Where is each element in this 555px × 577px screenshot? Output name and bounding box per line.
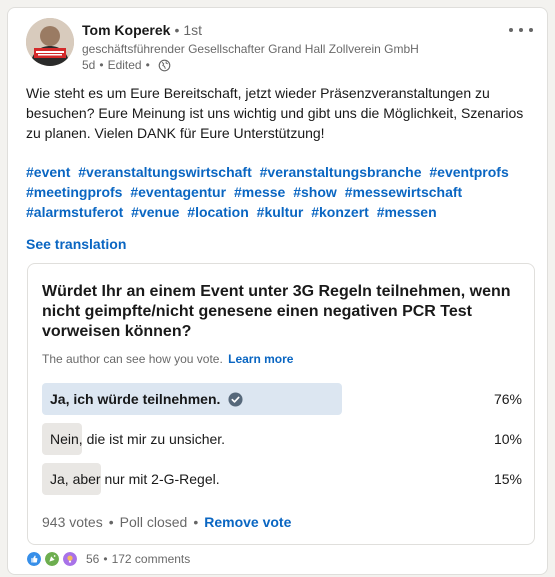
poll-option-label-wrap: Ja, ich würde teilnehmen. (50, 391, 243, 407)
hashtag-link[interactable]: #eventagentur (130, 184, 226, 200)
social-counts: 56 • 172 comments (26, 551, 190, 567)
edited-label: Edited (107, 58, 142, 72)
hashtag-link[interactable]: #location (187, 204, 248, 220)
poll-visibility-note: The author can see how you vote. Learn m… (42, 352, 293, 366)
footer-separator: • (108, 514, 114, 530)
author-separator: • (174, 22, 180, 38)
feed-post-card: Tom Koperek • 1st geschäftsführender Ges… (7, 7, 548, 575)
author-line: Tom Koperek • 1st (82, 22, 202, 38)
poll-footer: 943 votes • Poll closed • Remove vote (42, 514, 291, 530)
hashtag-list: #event #veranstaltungswirtschaft #verans… (26, 162, 526, 222)
author-avatar[interactable] (26, 18, 74, 66)
hashtag-link[interactable]: #meetingprofs (26, 184, 122, 200)
hashtag-link[interactable]: #venue (131, 204, 179, 220)
footer-separator: • (193, 514, 199, 530)
celebrate-icon (44, 551, 60, 567)
poll-option-1[interactable]: Ja, ich würde teilnehmen. 76% (42, 383, 522, 415)
poll-option-percent: 10% (493, 431, 522, 447)
poll-note-text: The author can see how you vote. (42, 352, 223, 366)
poll-status: Poll closed (119, 514, 188, 530)
poll-option-label-wrap: Ja, aber nur mit 2-G-Regel. (50, 471, 220, 487)
more-options-icon-dot (529, 28, 533, 32)
author-headline: geschäftsführender Gesellschafter Grand … (82, 42, 419, 56)
learn-more-link[interactable]: Learn more (228, 352, 293, 366)
check-circle-icon (228, 391, 243, 407)
globe-icon (158, 59, 171, 71)
hashtag-link[interactable]: #veranstaltungsbranche (260, 164, 422, 180)
author-name[interactable]: Tom Koperek (82, 22, 170, 38)
hashtag-link[interactable]: #messen (377, 204, 437, 220)
poll: Würdet Ihr an einem Event unter 3G Regel… (27, 263, 535, 545)
hashtag-link[interactable]: #messewirtschaft (345, 184, 463, 200)
meta-separator: • (99, 58, 104, 72)
insightful-icon (62, 551, 78, 567)
poll-option-percent: 76% (493, 391, 522, 407)
avatar-photo (26, 18, 74, 66)
poll-question: Würdet Ihr an einem Event unter 3G Regel… (42, 283, 511, 340)
poll-option-label: Ja, ich würde teilnehmen. (50, 391, 221, 407)
poll-option-label: Ja, aber nur mit 2-G-Regel. (50, 471, 220, 487)
hashtag-link[interactable]: #veranstaltungswirtschaft (78, 164, 252, 180)
poll-option-label: Nein, die ist mir zu unsicher. (50, 431, 226, 447)
see-translation-link[interactable]: See translation (26, 236, 126, 252)
hashtag-link[interactable]: #show (293, 184, 337, 200)
more-options-button[interactable] (509, 22, 533, 38)
like-icon (26, 551, 42, 567)
vote-count[interactable]: 943 votes (42, 514, 103, 530)
more-options-icon-dot (519, 28, 523, 32)
hashtag-link[interactable]: #konzert (311, 204, 369, 220)
poll-option-3[interactable]: Ja, aber nur mit 2-G-Regel. 15% (42, 463, 522, 495)
connection-degree: 1st (183, 22, 203, 38)
reaction-count[interactable]: 56 (86, 552, 99, 566)
comments-count[interactable]: 172 comments (112, 552, 191, 566)
remove-vote-button[interactable]: Remove vote (204, 514, 291, 530)
hashtag-link[interactable]: #event (26, 164, 70, 180)
post-meta: 5d • Edited • (82, 58, 171, 72)
hashtag-link[interactable]: #messe (234, 184, 285, 200)
social-separator: • (103, 552, 108, 566)
poll-option-label-wrap: Nein, die ist mir zu unsicher. (50, 431, 225, 447)
poll-option-2[interactable]: Nein, die ist mir zu unsicher. 10% (42, 423, 522, 455)
post-time[interactable]: 5d (82, 58, 95, 72)
reaction-icons[interactable] (26, 551, 80, 567)
hashtag-link[interactable]: #alarmstuferot (26, 204, 123, 220)
hashtag-link[interactable]: #kultur (257, 204, 304, 220)
more-options-icon (509, 28, 513, 32)
poll-option-percent: 15% (493, 471, 522, 487)
post-text: Wie steht es um Eure Bereitschaft, jetzt… (26, 85, 524, 141)
hashtag-link[interactable]: #eventprofs (429, 164, 508, 180)
meta-separator: • (145, 58, 150, 72)
